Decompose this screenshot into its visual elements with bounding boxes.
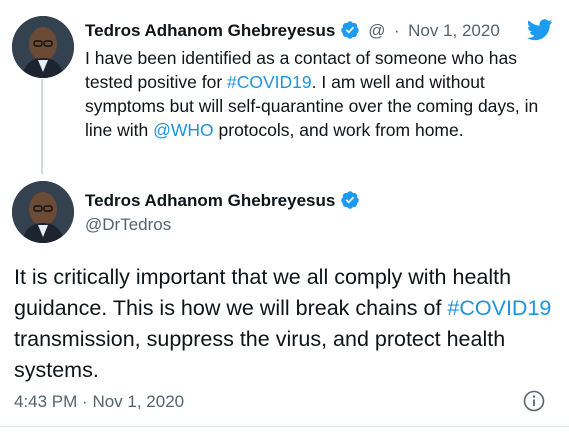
main-author-name[interactable]: Tedros Adhanom Ghebreyesus <box>85 191 335 210</box>
thread-connector-line <box>41 79 43 174</box>
bottom-divider <box>0 426 569 427</box>
main-separator: · <box>82 392 88 411</box>
main-time: 4:43 PM <box>14 392 78 411</box>
reply-separator: · <box>393 21 400 40</box>
reply-hashtag-link[interactable]: #COVID19 <box>227 72 312 92</box>
reply-text-part-3: protocols, and work from home. <box>213 120 464 140</box>
reply-tweet-text: I have been identified as a contact of s… <box>85 46 555 142</box>
verified-badge-icon <box>341 21 359 39</box>
avatar-main[interactable] <box>12 181 74 243</box>
info-icon[interactable] <box>523 390 545 417</box>
reply-date[interactable]: Nov 1, 2020 <box>408 21 500 40</box>
profile-photo-icon <box>12 181 74 243</box>
main-text-part-1: It is critically important that we all c… <box>14 265 512 320</box>
avatar-reply[interactable] <box>12 16 74 78</box>
main-hashtag-link[interactable]: #COVID19 <box>447 296 551 320</box>
reply-author-name[interactable]: Tedros Adhanom Ghebreyesus <box>85 21 335 40</box>
main-tweet-text: It is critically important that we all c… <box>14 262 554 386</box>
main-tweet-header: Tedros Adhanom Ghebreyesus <box>85 190 360 211</box>
reply-mention-link[interactable]: @WHO <box>153 120 214 140</box>
main-date: Nov 1, 2020 <box>92 392 185 411</box>
main-handle[interactable]: @DrTedros <box>85 215 171 235</box>
main-tweet-timestamp[interactable]: 4:43 PM · Nov 1, 2020 <box>14 392 184 412</box>
reply-tweet-header: Tedros Adhanom Ghebreyesus @ · Nov 1, 20… <box>85 20 500 41</box>
main-text-part-2: transmission, suppress the virus, and pr… <box>14 327 506 382</box>
reply-handle[interactable]: @ <box>368 21 385 40</box>
verified-badge-icon <box>341 191 359 209</box>
profile-photo-icon <box>12 16 74 78</box>
twitter-bird-icon[interactable] <box>526 19 553 46</box>
